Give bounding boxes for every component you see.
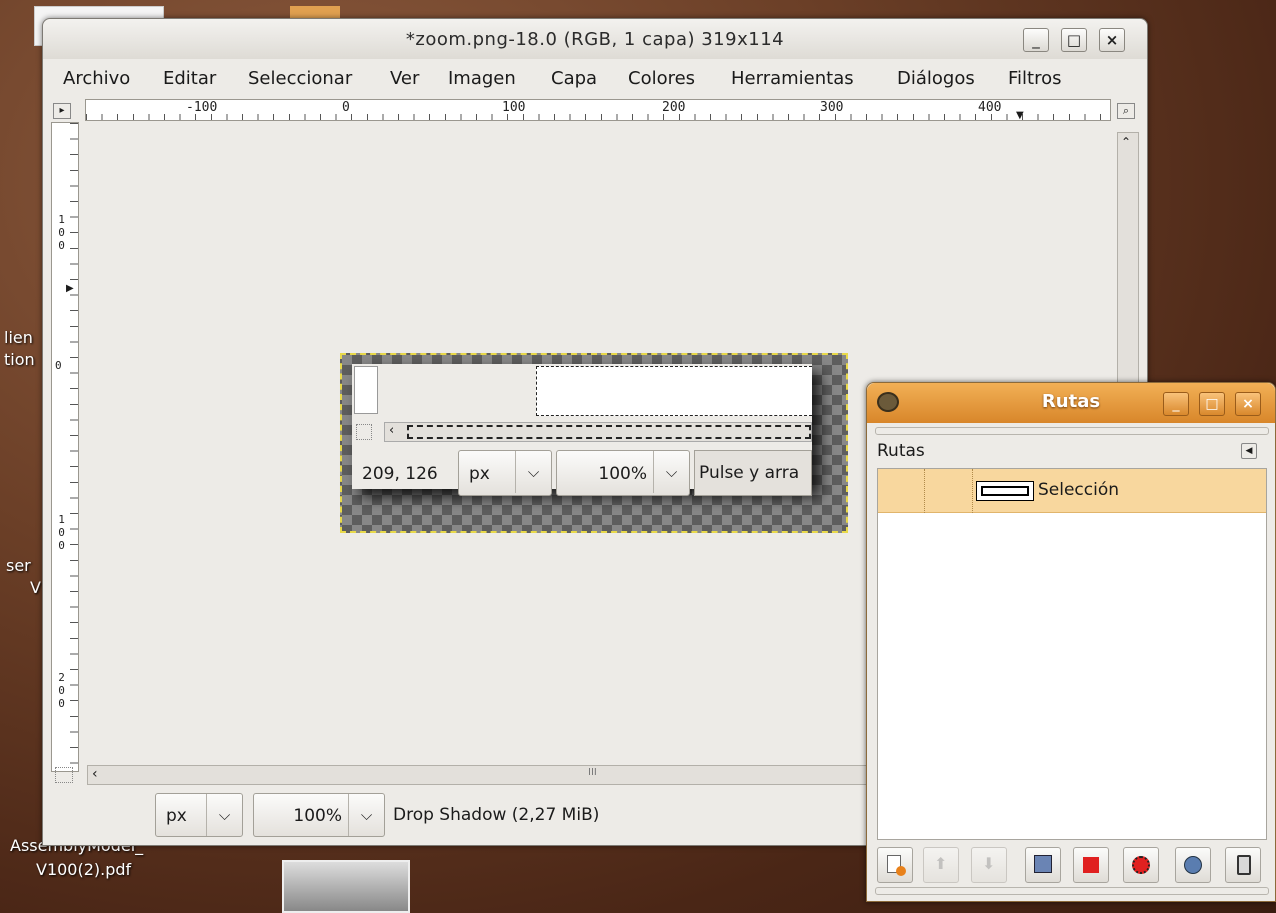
menu-herramientas[interactable]: Herramientas [731, 68, 854, 89]
path-preview-icon [976, 481, 1034, 501]
menubar: Archivo Editar Seleccionar Ver Imagen Ca… [43, 61, 1147, 95]
navigation-corner-icon[interactable] [55, 767, 73, 783]
paths-button-bar: ⬆ ⬇ [877, 847, 1267, 883]
ruler-pointer-marker: ▶ [66, 283, 74, 294]
raise-path-button[interactable]: ⬆ [923, 847, 959, 883]
ruler-h-label: 300 [820, 100, 844, 115]
inner-hint-box: Pulse y arra [694, 450, 812, 496]
ruler-h-label: 400 [978, 100, 1002, 115]
navigate-icon[interactable]: ⌕ [1117, 103, 1135, 119]
desktop-icon-label-3[interactable]: ser [6, 556, 31, 575]
menu-archivo[interactable]: Archivo [63, 68, 130, 89]
inner-unit-selector: px ⌵ [458, 450, 552, 496]
ruler-h-label: 200 [662, 100, 686, 115]
desktop-icon-label-4[interactable]: V [30, 578, 41, 597]
inner-zoom-selector: 100% ⌵ [556, 450, 690, 496]
inner-selection-white [536, 366, 812, 416]
desktop-icon-label-1[interactable]: lien [4, 328, 33, 347]
inner-hscrollbar: ‹ [384, 422, 812, 442]
menu-filtros[interactable]: Filtros [1008, 68, 1062, 89]
ruler-h-label: -100 [186, 100, 218, 115]
ruler-v-label: 100 [55, 213, 68, 252]
path-to-selection-icon [1083, 857, 1099, 873]
menu-dialogos[interactable]: Diálogos [897, 68, 975, 89]
close-button[interactable]: × [1099, 28, 1125, 52]
new-path-button[interactable] [877, 847, 913, 883]
arrow-up-icon: ⬆ [934, 854, 948, 873]
path-name[interactable]: Selección [1038, 480, 1119, 500]
paint-path-icon [1184, 856, 1202, 874]
inner-vertical-ruler [354, 366, 378, 414]
inner-coords: 209, 126 [362, 464, 438, 484]
path-to-selection-button[interactable] [1073, 847, 1109, 883]
ruler-v-label: 100 [55, 513, 68, 552]
scroll-left-icon[interactable]: ‹ [92, 766, 98, 782]
desktop-icon-label-2[interactable]: tion [4, 350, 35, 369]
inner-scroll-left-icon: ‹ [389, 423, 395, 438]
trash-icon [1237, 855, 1251, 875]
chain-toggle-cell[interactable] [972, 469, 973, 513]
paint-along-path-button[interactable] [1175, 847, 1211, 883]
window-title: *zoom.png-18.0 (RGB, 1 capa) 319x114 [405, 29, 785, 50]
dock-maximize-button[interactable]: □ [1199, 392, 1225, 416]
ruler-pointer-marker: ▼ [1016, 110, 1024, 121]
unit-value: px [166, 806, 187, 826]
paths-list[interactable]: Selección [877, 468, 1267, 840]
duplicate-path-button[interactable] [1025, 847, 1061, 883]
chevron-down-icon[interactable]: ⌵ [206, 794, 242, 836]
dock-menu-icon[interactable]: ◀ [1241, 443, 1257, 459]
path-row-seleccion[interactable]: Selección [878, 469, 1266, 513]
dock-titlebar[interactable]: Rutas _ □ × [867, 383, 1275, 423]
image-layer[interactable]: ‹ 209, 126 px ⌵ 100% ⌵ Pulse y arra [340, 353, 848, 533]
new-badge-icon [896, 866, 906, 876]
inner-unit-value: px [469, 464, 490, 484]
visibility-toggle-cell[interactable] [924, 469, 925, 513]
inner-corner-icon [356, 424, 372, 440]
maximize-button[interactable]: □ [1061, 28, 1087, 52]
ruler-h-label: 0 [342, 100, 350, 115]
menu-capa[interactable]: Capa [551, 68, 597, 89]
dock-tab-strip[interactable] [875, 427, 1269, 435]
ruler-h-label: 100 [502, 100, 526, 115]
quick-mask-toggle-icon[interactable]: ▸ [53, 103, 71, 119]
scroll-up-icon[interactable]: ⌃ [1121, 135, 1131, 149]
zoom-value: 100% [293, 806, 342, 826]
zoom-selector[interactable]: 100% ⌵ [253, 793, 385, 837]
scroll-thumb-grip[interactable]: III [588, 767, 597, 778]
ruler-v-label: 0 [55, 359, 62, 372]
arrow-down-icon: ⬇ [982, 854, 996, 873]
dock-minimize-button[interactable]: _ [1163, 392, 1189, 416]
image-layer-content: ‹ 209, 126 px ⌵ 100% ⌵ Pulse y arra [352, 364, 812, 496]
unit-selector[interactable]: px ⌵ [155, 793, 243, 837]
menu-imagen[interactable]: Imagen [448, 68, 516, 89]
desktop-file-label-2[interactable]: V100(2).pdf [36, 860, 131, 879]
duplicate-icon [1034, 855, 1052, 873]
menu-colores[interactable]: Colores [628, 68, 695, 89]
minimize-button[interactable]: _ [1023, 28, 1049, 52]
dock-tab-label: Rutas [877, 441, 925, 461]
chevron-down-icon: ⌵ [515, 451, 551, 493]
inner-dashed-thumb [407, 425, 811, 439]
menu-ver[interactable]: Ver [390, 68, 419, 89]
menu-seleccionar[interactable]: Seleccionar [248, 68, 352, 89]
paths-dock: Rutas _ □ × Rutas ◀ Selección ⬆ ⬇ [866, 382, 1276, 902]
window-titlebar[interactable]: *zoom.png-18.0 (RGB, 1 capa) 319x114 _ □… [43, 19, 1147, 59]
vertical-ruler[interactable]: 100 0 100 200 ▶ [51, 122, 79, 772]
dock-resize-grip[interactable] [875, 887, 1269, 895]
chevron-down-icon: ⌵ [653, 451, 689, 493]
lower-path-button[interactable]: ⬇ [971, 847, 1007, 883]
horizontal-ruler[interactable]: -100 0 100 200 300 400 ▼ [85, 99, 1111, 121]
inner-hint-text: Pulse y arra [699, 463, 800, 483]
selection-to-path-icon [1132, 856, 1150, 874]
status-message: Drop Shadow (2,27 MiB) [393, 805, 600, 825]
chevron-down-icon[interactable]: ⌵ [348, 794, 384, 836]
delete-path-button[interactable] [1225, 847, 1261, 883]
ruler-v-label: 200 [55, 671, 68, 710]
inner-zoom-value: 100% [598, 464, 647, 484]
selection-to-path-button[interactable] [1123, 847, 1159, 883]
desktop-file-thumbnail[interactable] [282, 860, 410, 913]
menu-editar[interactable]: Editar [163, 68, 216, 89]
dock-close-button[interactable]: × [1235, 392, 1261, 416]
